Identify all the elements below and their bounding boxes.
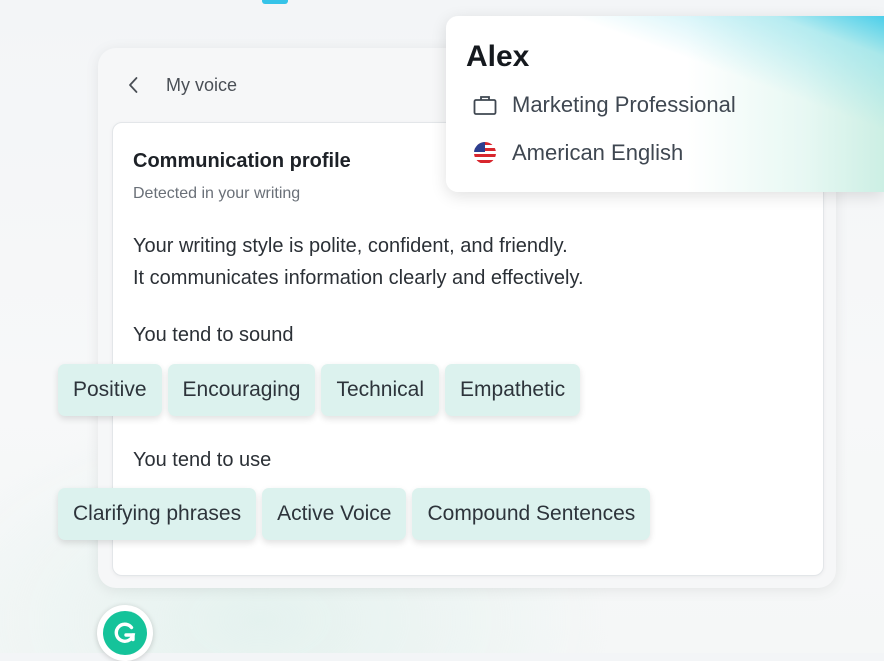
user-role-row: Marketing Professional xyxy=(472,92,736,118)
top-accent-bar xyxy=(262,0,288,4)
user-language: American English xyxy=(512,140,684,165)
description-line-2: It communicates information clearly and … xyxy=(133,267,584,289)
usage-chip-active-voice[interactable]: Active Voice xyxy=(262,488,407,540)
user-profile-card: Alex Marketing Professional American Eng… xyxy=(446,16,884,192)
user-role: Marketing Professional xyxy=(512,92,736,117)
profile-subtitle: Detected in your writing xyxy=(133,185,301,202)
tone-chips: Positive Encouraging Technical Empatheti… xyxy=(58,364,581,416)
tone-chip-technical[interactable]: Technical xyxy=(321,364,440,416)
usage-chips: Clarifying phrases Active Voice Compound… xyxy=(58,488,651,540)
grammarly-logo-circle xyxy=(103,611,147,655)
tone-chip-encouraging[interactable]: Encouraging xyxy=(167,364,316,416)
usage-section-label: You tend to use xyxy=(133,449,272,471)
tone-chip-positive[interactable]: Positive xyxy=(58,364,162,416)
usage-chip-compound-sentences[interactable]: Compound Sentences xyxy=(412,488,651,540)
chevron-left-icon[interactable] xyxy=(124,75,144,95)
usage-chip-clarifying-phrases[interactable]: Clarifying phrases xyxy=(58,488,257,540)
tone-section-label: You tend to sound xyxy=(133,324,294,346)
description-line-1: Your writing style is polite, confident,… xyxy=(133,235,568,257)
back-label[interactable]: My voice xyxy=(166,75,237,96)
user-language-row: American English xyxy=(472,140,683,166)
profile-description: Your writing style is polite, confident,… xyxy=(133,230,584,294)
user-name: Alex xyxy=(466,40,530,73)
briefcase-icon xyxy=(472,93,498,117)
tone-chip-empathetic[interactable]: Empathetic xyxy=(445,364,581,416)
back-nav[interactable]: My voice xyxy=(124,72,237,98)
profile-title: Communication profile xyxy=(133,150,351,172)
us-flag-icon xyxy=(472,141,498,165)
